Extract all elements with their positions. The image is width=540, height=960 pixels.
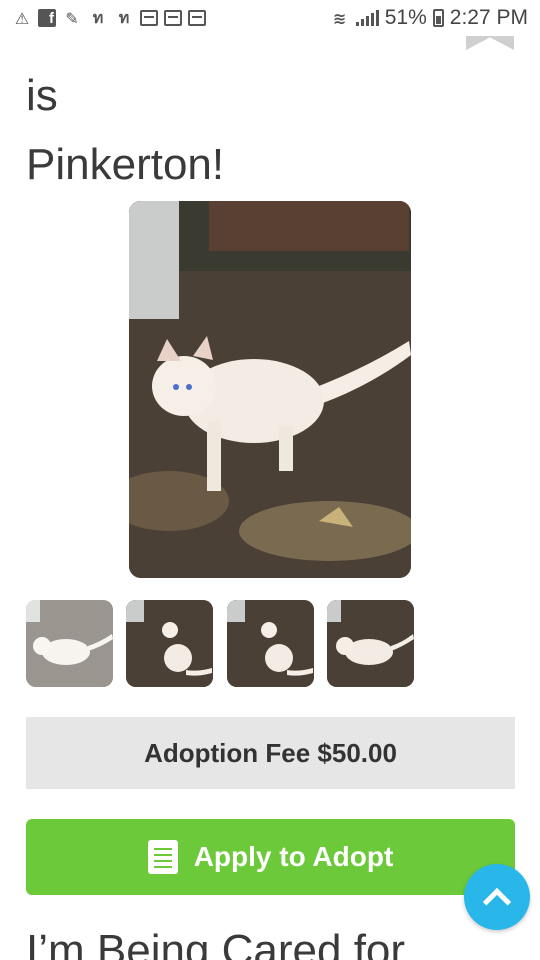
status-bar: ⚠ f ✎ ท ท ≋ 51% 2:27 PM [0,0,540,36]
notification-icons: ⚠ f ✎ ท ท [12,8,206,28]
warning-icon: ⚠ [14,8,30,28]
facebook-icon: f [38,9,56,27]
feather-icon: ✎ [65,8,79,28]
apply-to-adopt-button[interactable]: Apply to Adopt [26,819,515,895]
thumbnail-1[interactable] [26,600,113,687]
scroll-to-top-button[interactable] [464,864,530,930]
image-icon [140,10,158,26]
collapse-tab[interactable] [466,36,514,50]
main-pet-photo[interactable] [129,201,411,578]
section-heading: I’m Being Cared for [26,926,406,960]
page-title-line: is [26,71,58,120]
clock: 2:27 PM [449,6,528,29]
n-icon: ท [118,7,130,27]
adoption-fee-label: Adoption Fee $50.00 [144,737,397,768]
thumbnail-3[interactable] [227,600,314,687]
news-icon [164,10,182,26]
system-status: ≋ 51% 2:27 PM [330,6,528,30]
wifi-icon: ≋ [333,8,347,28]
document-icon [147,840,178,874]
signal-icon [355,10,379,26]
thumbnail-4[interactable] [327,600,414,687]
thumbnail-2[interactable] [126,600,213,687]
apply-to-adopt-label: Apply to Adopt [193,841,394,872]
page-title-name: Pinkerton! [26,140,225,189]
battery-percent: 51% [384,6,427,29]
battery-icon [432,9,444,27]
news-icon [188,10,206,26]
chevron-up-icon [482,887,512,917]
adoption-fee: Adoption Fee $50.00 [26,717,515,789]
n-icon: ท [92,7,104,27]
